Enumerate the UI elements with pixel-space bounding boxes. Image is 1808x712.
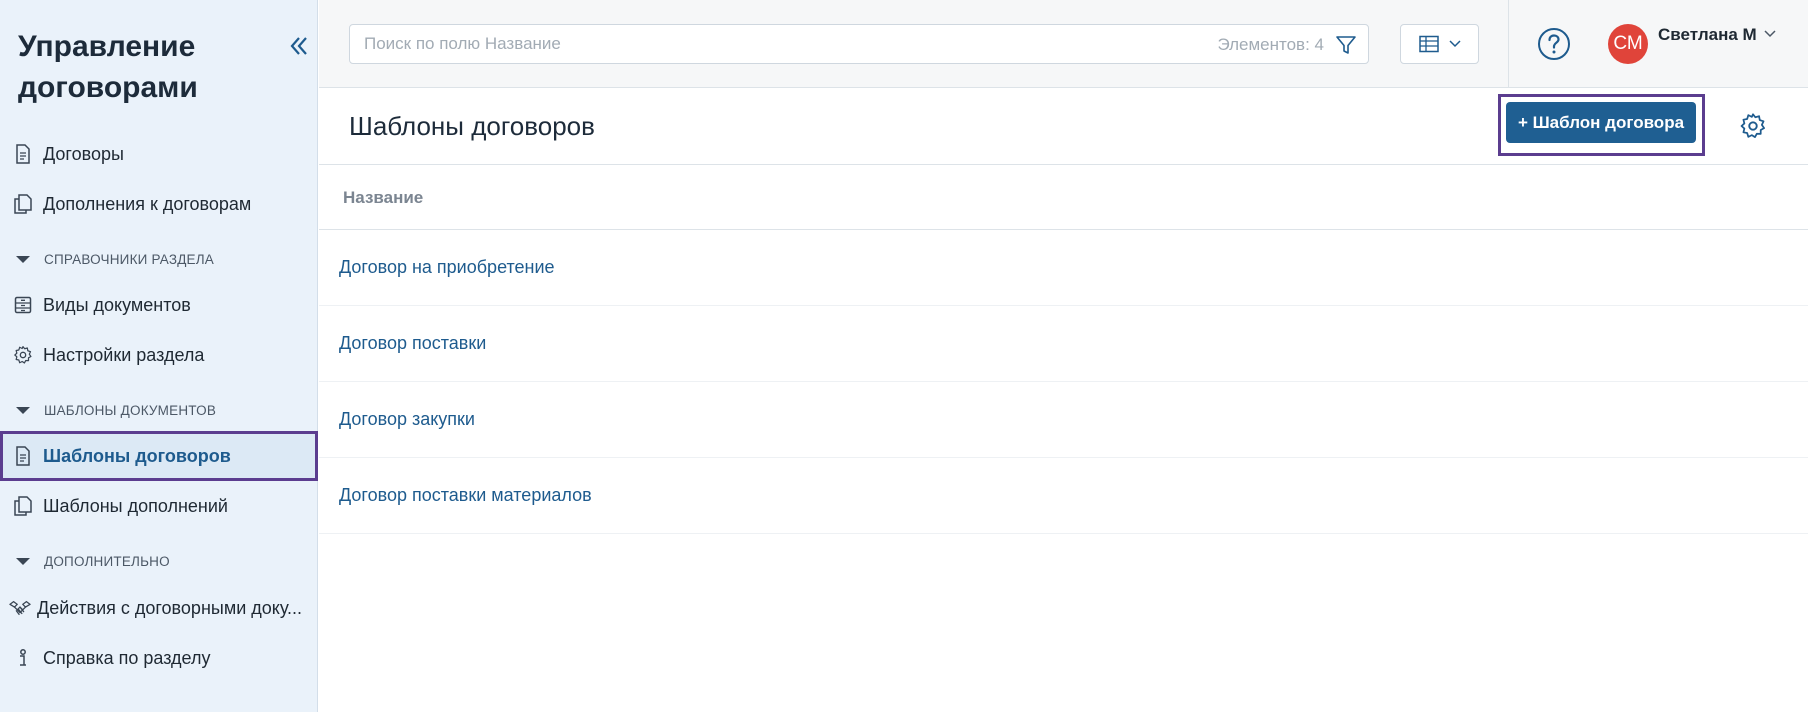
table-row[interactable]: Договор на приобретение	[319, 230, 1808, 306]
sidebar: Управление договорами Договоры Дополнени…	[0, 0, 318, 712]
template-link[interactable]: Договор поставки	[339, 333, 486, 354]
archive-icon	[12, 294, 34, 316]
add-button-highlight: + Шаблон договора	[1498, 94, 1705, 156]
caret-down-icon	[16, 406, 30, 414]
template-link[interactable]: Договор закупки	[339, 409, 475, 430]
documents-copy-icon	[12, 495, 34, 517]
filter-icon[interactable]	[1334, 33, 1358, 57]
sidebar-item-contract-templates[interactable]: Шаблоны договоров	[0, 431, 318, 481]
document-icon	[12, 445, 34, 467]
sidebar-item-document-types[interactable]: Виды документов	[0, 280, 318, 330]
sidebar-item-contract-actions[interactable]: Действия с договорными доку...	[0, 583, 318, 633]
sidebar-item-contract-addenda[interactable]: Дополнения к договорам	[0, 179, 318, 229]
column-header-name[interactable]: Название	[343, 188, 423, 208]
table-row[interactable]: Договор поставки материалов	[319, 458, 1808, 534]
user-name[interactable]: Светлана М	[1658, 25, 1757, 45]
handshake-icon	[9, 597, 31, 619]
sidebar-item-label: Виды документов	[43, 294, 191, 315]
view-mode-dropdown[interactable]	[1400, 24, 1479, 64]
page-header: Шаблоны договоров + Шаблон договора	[319, 89, 1808, 165]
caret-down-icon	[16, 557, 30, 565]
sidebar-item-label: Дополнения к договорам	[43, 193, 252, 214]
document-icon	[12, 143, 34, 165]
sidebar-item-section-help[interactable]: Справка по разделу	[0, 633, 318, 683]
sidebar-item-label: Шаблоны договоров	[43, 445, 231, 466]
double-chevron-left-icon	[290, 37, 307, 55]
chevron-down-icon	[1448, 40, 1461, 48]
caret-down-icon	[16, 255, 30, 263]
sidebar-item-section-settings[interactable]: Настройки раздела	[0, 330, 318, 380]
table-row[interactable]: Договор поставки	[319, 306, 1808, 382]
help-icon[interactable]	[1537, 27, 1571, 61]
app-title: Управление договорами	[18, 30, 198, 104]
info-icon	[12, 647, 34, 669]
table-row[interactable]: Договор закупки	[319, 382, 1808, 458]
avatar[interactable]: СМ	[1608, 24, 1648, 64]
collapse-sidebar-button[interactable]	[286, 30, 312, 62]
sidebar-section-additional[interactable]: ДОПОЛНИТЕЛЬНО	[0, 546, 318, 576]
sidebar-item-contracts[interactable]: Договоры	[0, 129, 318, 179]
table-header: Название	[319, 166, 1808, 230]
page-title: Шаблоны договоров	[349, 111, 595, 141]
sidebar-section-label: ШАБЛОНЫ ДОКУМЕНТОВ	[44, 402, 217, 418]
add-contract-template-button[interactable]: + Шаблон договора	[1506, 102, 1696, 143]
sidebar-item-label: Договоры	[43, 143, 124, 164]
search-box: Элементов: 4	[349, 24, 1369, 64]
sidebar-item-label: Шаблоны дополнений	[43, 495, 228, 516]
sidebar-section-references[interactable]: СПРАВОЧНИКИ РАЗДЕЛА	[0, 244, 318, 274]
documents-copy-icon	[12, 193, 34, 215]
table-view-icon	[1418, 35, 1439, 53]
sidebar-item-addendum-templates[interactable]: Шаблоны дополнений	[0, 481, 318, 531]
gear-icon[interactable]	[1739, 112, 1767, 140]
search-input[interactable]	[364, 25, 1164, 63]
gear-icon	[12, 344, 34, 366]
chevron-down-icon[interactable]	[1763, 27, 1777, 41]
sidebar-section-label: ДОПОЛНИТЕЛЬНО	[44, 553, 170, 569]
divider	[1508, 0, 1509, 88]
template-link[interactable]: Договор на приобретение	[339, 257, 555, 278]
top-bar: Элементов: 4 СМ Светлана М	[319, 0, 1808, 88]
sidebar-item-label: Справка по разделу	[43, 647, 211, 668]
items-count: Элементов: 4	[1217, 35, 1324, 54]
template-link[interactable]: Договор поставки материалов	[339, 485, 592, 506]
sidebar-section-document-templates[interactable]: ШАБЛОНЫ ДОКУМЕНТОВ	[0, 395, 318, 425]
templates-table: Название Договор на приобретение Договор…	[319, 166, 1808, 534]
sidebar-item-label: Действия с договорными доку...	[37, 597, 303, 618]
sidebar-section-label: СПРАВОЧНИКИ РАЗДЕЛА	[44, 251, 215, 267]
sidebar-item-label: Настройки раздела	[43, 344, 205, 365]
